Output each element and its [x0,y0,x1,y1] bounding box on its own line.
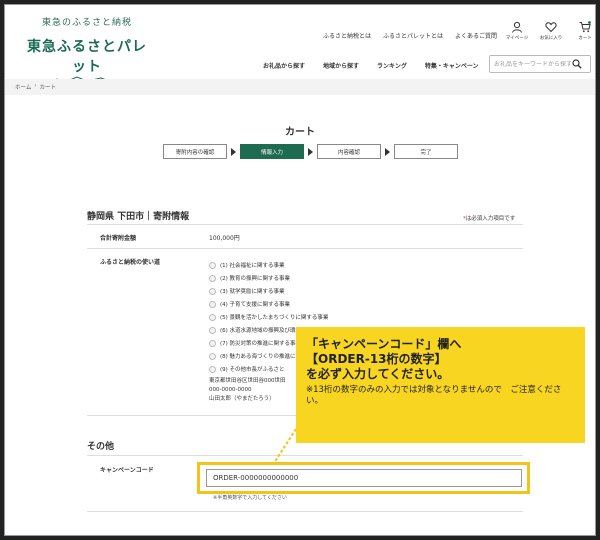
callout-line-3: を必ず入力してください。 [306,367,450,381]
page-frame: 東急のふるさと納税 東急ふるさとパレット ふるさと納税とは ふるさとパレットとは… [4,4,596,536]
callout-note: ※13桁の数字のみの入力では対象となりませんので ご注意ください。 [306,385,562,406]
callout-box: 「キャンペーンコード」欄へ 【ORDER‐13桁の数字】 を必ず入力してください… [296,327,585,443]
callout-connector [273,428,297,464]
callout-line-1: 「キャンペーンコード」欄へ [306,337,462,351]
callout-line-2: 【ORDER‐13桁の数字】 [306,352,447,366]
